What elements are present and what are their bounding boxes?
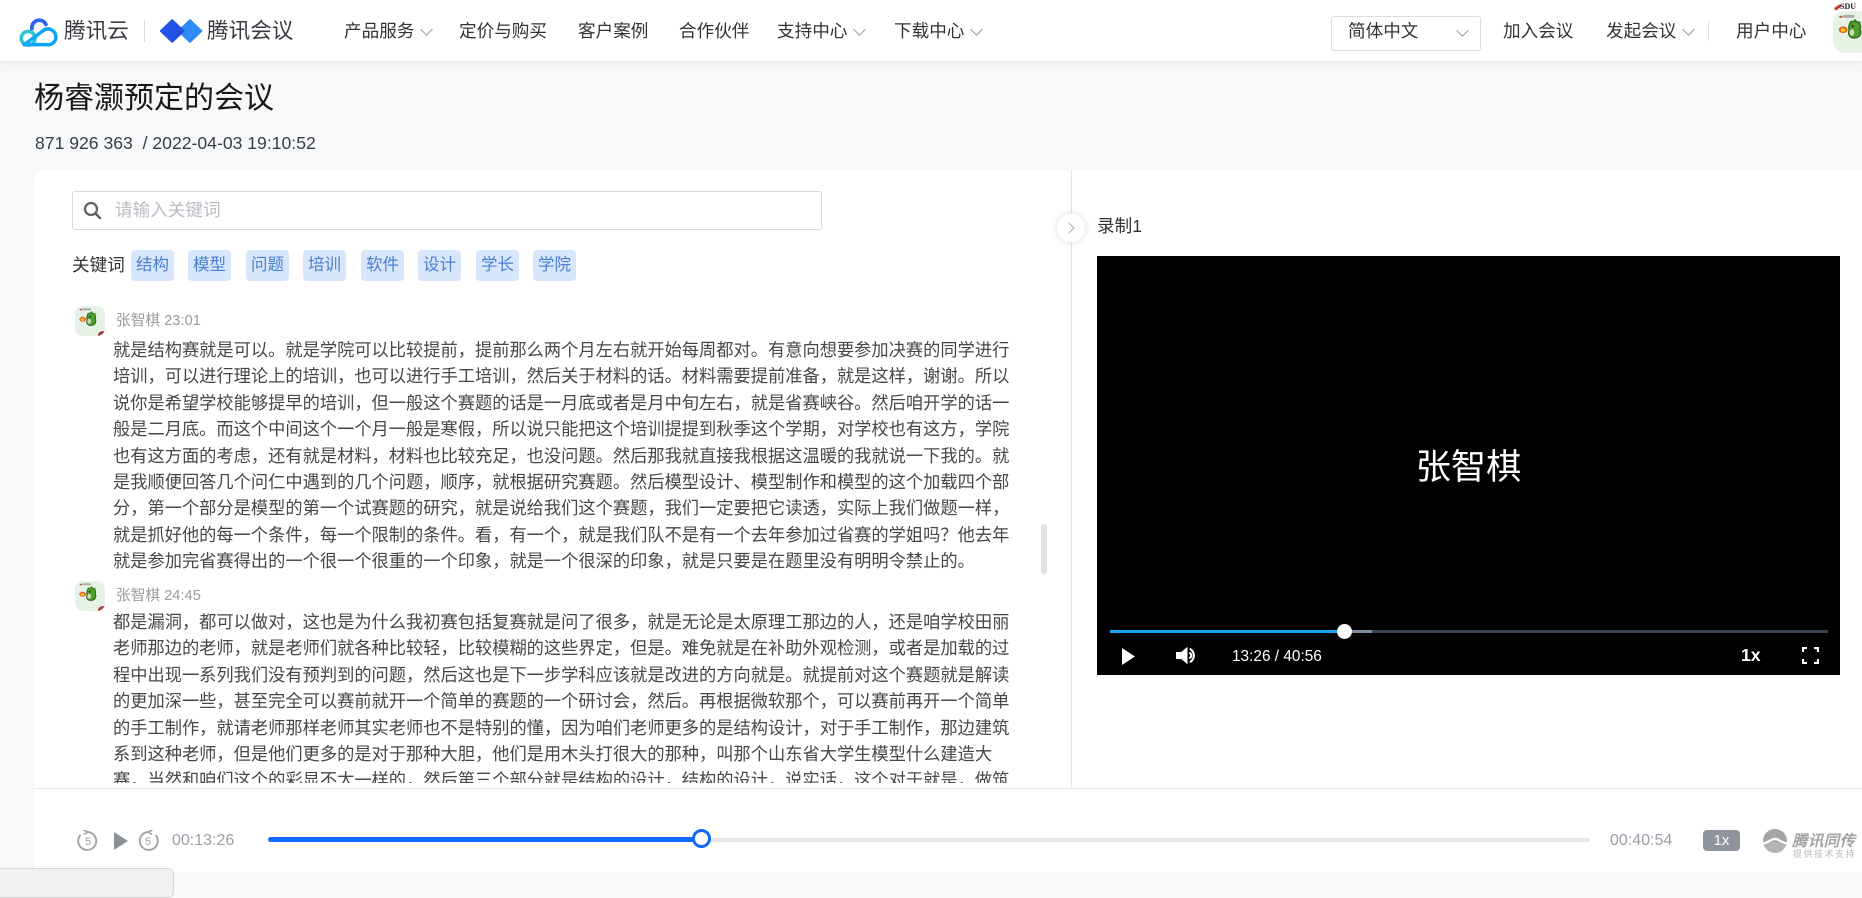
- svg-text:5: 5: [145, 836, 151, 848]
- svg-text:5: 5: [85, 836, 91, 848]
